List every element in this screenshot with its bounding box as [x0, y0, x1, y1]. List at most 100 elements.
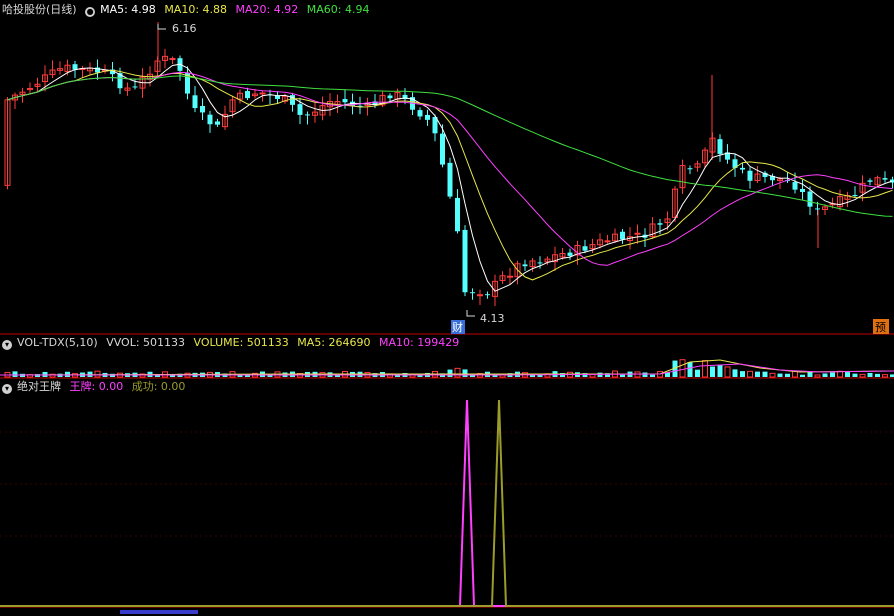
- candle: [514, 260, 521, 285]
- candle: [185, 66, 190, 100]
- candle: [417, 107, 423, 120]
- volume-bar: [890, 374, 894, 377]
- indicator-grid: [0, 431, 894, 537]
- wangpai-spike: [0, 399, 894, 607]
- candle: [874, 175, 881, 187]
- candle: [867, 178, 873, 186]
- candle-body: [259, 92, 266, 95]
- stock-chart[interactable]: 6.16 4.13 财 预: [0, 0, 894, 616]
- candle: [57, 61, 63, 75]
- candle: [275, 91, 280, 104]
- candle: [612, 228, 618, 243]
- candle: [200, 98, 205, 121]
- volume-bar: [807, 371, 813, 377]
- candle-body: [192, 95, 198, 109]
- vvol-value: VVOL: 501133: [106, 336, 186, 349]
- volume-bar: [747, 370, 753, 378]
- candle-body: [342, 99, 348, 103]
- candle-body: [620, 231, 625, 240]
- candle-body: [455, 197, 460, 232]
- indicator-name[interactable]: 绝对王牌: [17, 380, 61, 393]
- forecast-marker: 预: [875, 321, 886, 334]
- candle: [207, 110, 213, 133]
- candle: [215, 118, 220, 127]
- indicator-settings-icon[interactable]: ▾: [2, 384, 12, 394]
- candle: [312, 102, 318, 123]
- volume-bar: [785, 373, 790, 377]
- low-price-label: 4.13: [480, 312, 505, 325]
- volume-bar: [875, 373, 880, 377]
- candle-body: [800, 188, 805, 193]
- candle: [177, 55, 183, 81]
- candle-body: [387, 95, 393, 99]
- candle: [169, 56, 176, 64]
- wangpai-value: 王牌: 0.00: [69, 380, 124, 393]
- volume-bar: [732, 369, 738, 377]
- candle-body: [522, 264, 528, 267]
- candle: [844, 191, 851, 208]
- settings-circle-icon[interactable]: ●: [85, 7, 96, 17]
- candle-body: [567, 252, 573, 256]
- candle-body: [169, 58, 176, 61]
- low-price-leader: [466, 310, 475, 317]
- candle: [245, 87, 250, 101]
- candle: [507, 267, 513, 285]
- candle: [470, 288, 475, 300]
- volume-bar: [814, 374, 821, 378]
- candle: [305, 111, 310, 125]
- candle: [852, 186, 858, 198]
- candle-body: [807, 191, 813, 207]
- candle-body: [297, 104, 303, 115]
- volume-bar: [777, 373, 783, 377]
- candle-body: [537, 262, 543, 264]
- volume-bar: [740, 371, 745, 377]
- candle: [679, 159, 686, 194]
- volume-bar: [650, 374, 655, 377]
- candle-body: [604, 240, 611, 243]
- volume-bar: [845, 372, 850, 377]
- candle-body: [792, 182, 798, 190]
- candle-body: [417, 110, 423, 117]
- candle-body: [215, 121, 220, 125]
- candle-body: [867, 180, 873, 182]
- volume-indicator-name[interactable]: VOL-TDX(5,10): [17, 336, 98, 349]
- candle: [882, 171, 888, 183]
- candle-body: [747, 170, 753, 181]
- candle: [162, 48, 168, 69]
- volume-bar: [769, 372, 776, 378]
- candle: [582, 239, 588, 254]
- candle: [477, 289, 483, 305]
- candle: [754, 165, 761, 184]
- candle: [717, 134, 723, 162]
- volume-bar: [755, 371, 760, 377]
- volume-bar: [679, 359, 686, 378]
- candle: [447, 157, 453, 199]
- candle: [455, 189, 460, 234]
- high-price-label: 6.16: [172, 22, 197, 35]
- candle: [604, 234, 611, 244]
- candle: [634, 224, 641, 244]
- candle-body: [852, 195, 858, 197]
- volume-bar: [620, 374, 625, 377]
- candle-body: [582, 246, 588, 251]
- volume-settings-icon[interactable]: ▾: [2, 340, 12, 350]
- stock-name-period[interactable]: 哈投股份(日线): [2, 3, 77, 16]
- volume-bar: [695, 369, 700, 377]
- candle-body: [507, 275, 513, 278]
- candle-body: [462, 229, 468, 293]
- candle: [267, 89, 273, 104]
- candle-body: [485, 294, 490, 296]
- vol-ma5-value: MA5: 264690: [297, 336, 371, 349]
- ma60-value: MA60: 4.94: [306, 3, 370, 16]
- candle: [694, 160, 701, 172]
- candle: [4, 96, 11, 190]
- candle-body: [687, 168, 693, 170]
- volume-bar: [447, 369, 453, 377]
- volume-bar: [852, 373, 858, 377]
- volume-bar: [702, 360, 708, 378]
- volume-bar: [859, 373, 866, 378]
- candle: [334, 94, 341, 114]
- volume-bar: [830, 372, 835, 377]
- candle: [357, 96, 363, 115]
- volume-bar: [882, 374, 888, 378]
